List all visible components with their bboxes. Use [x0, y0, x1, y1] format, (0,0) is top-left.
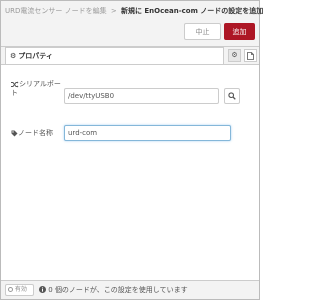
- serial-port-input[interactable]: /dev/ttyUSB0: [64, 88, 219, 104]
- tag-icon: [11, 130, 18, 136]
- circle-icon: [8, 287, 13, 292]
- file-icon: [247, 52, 254, 60]
- breadcrumb: URD電流センサー ノードを編集 > 新規に EnOcean-com ノードの設…: [5, 6, 263, 16]
- tab-properties-label: プロパティ: [18, 52, 53, 60]
- info-icon: [39, 286, 46, 293]
- usage-text: 個のノードが、この設定を使用しています: [54, 286, 188, 294]
- name-input[interactable]: urd-com: [64, 125, 231, 141]
- usage-info: 0 個のノードが、この設定を使用しています: [39, 285, 188, 295]
- description-tab-button[interactable]: [244, 49, 257, 62]
- search-icon: [228, 92, 236, 100]
- enabled-toggle-label: 有効: [14, 286, 27, 293]
- add-button[interactable]: 追加: [224, 23, 255, 40]
- serial-port-label-group: シリアルポート: [11, 80, 66, 98]
- name-label-group: ノード名称: [11, 129, 66, 138]
- tab-bar: ⚙ プロパティ ⚙: [1, 47, 259, 65]
- gear-icon: ⚙: [10, 52, 17, 60]
- name-label: ノード名称: [18, 129, 53, 137]
- enabled-toggle[interactable]: 有効: [5, 284, 34, 296]
- tray-header: URD電流センサー ノードを編集 > 新規に EnOcean-com ノードの設…: [1, 1, 263, 47]
- breadcrumb-parent[interactable]: URD電流センサー ノードを編集: [5, 7, 107, 15]
- usage-count: 0: [48, 286, 53, 294]
- serial-port-label: シリアルポート: [11, 80, 61, 97]
- shuffle-icon: [11, 81, 19, 87]
- cancel-button[interactable]: 中止: [184, 23, 221, 40]
- serial-port-search-button[interactable]: [224, 88, 240, 104]
- gear-icon: ⚙: [231, 51, 238, 59]
- tab-properties[interactable]: ⚙ プロパティ: [5, 47, 224, 64]
- config-node-edit-tray: URD電流センサー ノードを編集 > 新規に EnOcean-com ノードの設…: [0, 0, 263, 300]
- tray-footer: 有効 0 個のノードが、この設定を使用しています: [1, 280, 259, 299]
- breadcrumb-current: 新規に EnOcean-com ノードの設定を追加: [120, 7, 264, 15]
- settings-tab-button[interactable]: ⚙: [228, 49, 241, 62]
- breadcrumb-separator: >: [110, 7, 117, 15]
